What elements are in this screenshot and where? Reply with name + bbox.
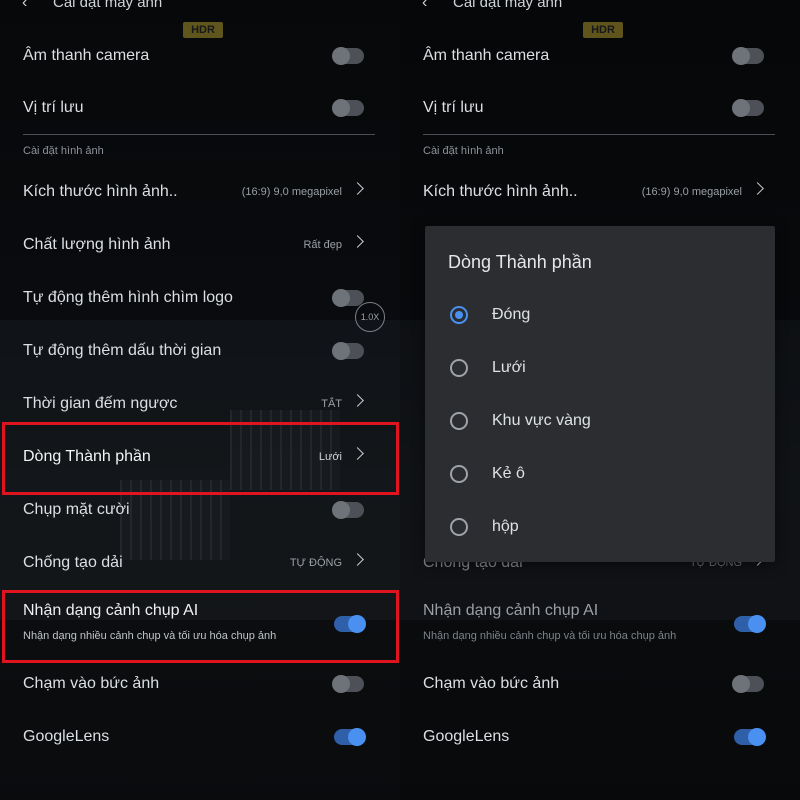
storage-location-toggle[interactable] bbox=[732, 99, 764, 117]
setting-storage-location[interactable]: Vị trí lưu bbox=[0, 82, 400, 134]
toggle-knob bbox=[332, 47, 350, 65]
divider bbox=[423, 134, 775, 135]
setting-value: TỰ ĐỘNG bbox=[289, 557, 342, 569]
setting-smile-capture[interactable]: Chụp mặt cười bbox=[0, 484, 400, 536]
radio-button[interactable] bbox=[450, 359, 468, 377]
section-header-image-settings: Cài đặt hình ảnh bbox=[423, 145, 504, 157]
setting-ai-scene[interactable]: Nhận dạng cảnh chụp AI Nhận dạng nhiều c… bbox=[400, 592, 800, 662]
radio-button[interactable] bbox=[450, 465, 468, 483]
setting-auto-timestamp[interactable]: Tự động thêm dấu thời gian bbox=[0, 325, 400, 377]
toggle-knob bbox=[348, 728, 366, 746]
toggle-knob bbox=[332, 289, 350, 307]
option-label: hộp bbox=[492, 518, 519, 535]
chevron-right-icon bbox=[751, 182, 764, 195]
toggle-knob bbox=[332, 99, 350, 117]
setting-storage-location[interactable]: Vị trí lưu bbox=[400, 82, 800, 134]
setting-auto-watermark[interactable]: Tự động thêm hình chìm logo bbox=[0, 272, 400, 324]
back-arrow-icon[interactable]: ‹ bbox=[22, 0, 27, 12]
setting-label: Tự động thêm hình chìm logo bbox=[23, 289, 233, 306]
setting-image-size[interactable]: Kích thước hình ảnh.. (16:9) 9,0 megapix… bbox=[400, 166, 800, 218]
setting-description: Nhận dạng nhiều cảnh chụp và tối ưu hóa … bbox=[423, 630, 677, 642]
option-ke-o[interactable]: Kẻ ô bbox=[425, 448, 775, 500]
toggle-knob bbox=[332, 501, 350, 519]
setting-label: Tự động thêm dấu thời gian bbox=[23, 342, 222, 359]
left-settings-screen: HDR ‹ Cài đặt máy ảnh Âm thanh camera Vị… bbox=[0, 0, 400, 800]
auto-watermark-toggle[interactable] bbox=[332, 289, 364, 307]
back-arrow-icon[interactable]: ‹ bbox=[422, 0, 427, 12]
camera-sound-toggle[interactable] bbox=[332, 47, 364, 65]
setting-label: Âm thanh camera bbox=[423, 47, 550, 64]
setting-label: Chất lượng hình ảnh bbox=[23, 236, 171, 253]
setting-image-size[interactable]: Kích thước hình ảnh.. (16:9) 9,0 megapix… bbox=[0, 166, 400, 218]
chevron-right-icon bbox=[351, 553, 364, 566]
option-label: Kẻ ô bbox=[492, 465, 525, 482]
setting-touch-capture[interactable]: Chạm vào bức ảnh bbox=[400, 658, 800, 710]
setting-label: Chạm vào bức ảnh bbox=[23, 675, 160, 692]
page-title: Cài đặt máy ảnh bbox=[53, 0, 163, 11]
setting-label: Vị trí lưu bbox=[423, 99, 484, 116]
chevron-right-icon bbox=[351, 394, 364, 407]
touch-capture-toggle[interactable] bbox=[332, 675, 364, 693]
radio-button[interactable] bbox=[450, 412, 468, 430]
toggle-knob bbox=[732, 675, 750, 693]
option-hop[interactable]: hộp bbox=[425, 501, 775, 553]
auto-timestamp-toggle[interactable] bbox=[332, 342, 364, 360]
setting-camera-sound[interactable]: Âm thanh camera bbox=[0, 30, 400, 82]
setting-label: Âm thanh camera bbox=[23, 47, 150, 64]
toggle-knob bbox=[332, 675, 350, 693]
toggle-knob bbox=[732, 47, 750, 65]
option-khu-vuc-vang[interactable]: Khu vực vàng bbox=[425, 395, 775, 447]
setting-camera-sound[interactable]: Âm thanh camera bbox=[400, 30, 800, 82]
setting-label: Chống tạo dải bbox=[23, 554, 123, 571]
setting-label: GoogleLens bbox=[423, 728, 510, 745]
setting-touch-capture[interactable]: Chạm vào bức ảnh bbox=[0, 658, 400, 710]
google-lens-toggle[interactable] bbox=[334, 728, 366, 746]
setting-anti-banding[interactable]: Chống tạo dải TỰ ĐỘNG bbox=[0, 537, 400, 589]
option-luoi[interactable]: Lưới bbox=[425, 342, 775, 394]
option-label: Đóng bbox=[492, 306, 531, 323]
touch-capture-toggle[interactable] bbox=[732, 675, 764, 693]
setting-label: Chạm vào bức ảnh bbox=[423, 675, 560, 692]
setting-label: GoogleLens bbox=[23, 728, 110, 745]
setting-label: Vị trí lưu bbox=[23, 99, 84, 116]
setting-google-lens[interactable]: GoogleLens bbox=[0, 711, 400, 763]
top-bar: ‹ Cài đặt máy ảnh bbox=[400, 0, 800, 14]
setting-label: Kích thước hình ảnh.. bbox=[23, 183, 178, 200]
setting-value: Rất đẹp bbox=[303, 239, 342, 251]
setting-label: Chụp mặt cười bbox=[23, 501, 130, 518]
setting-label: Nhận dạng cảnh chụp AI bbox=[423, 602, 599, 619]
setting-google-lens[interactable]: GoogleLens bbox=[400, 711, 800, 763]
setting-value: (16:9) 9,0 megapixel bbox=[241, 186, 342, 198]
storage-location-toggle[interactable] bbox=[332, 99, 364, 117]
composition-line-dialog: Dòng Thành phần Đóng Lưới Khu vực vàng K… bbox=[425, 226, 775, 562]
highlight-box-ai-scene bbox=[2, 590, 399, 663]
camera-sound-toggle[interactable] bbox=[732, 47, 764, 65]
top-bar: ‹ Cài đặt máy ảnh bbox=[0, 0, 400, 14]
smile-capture-toggle[interactable] bbox=[332, 501, 364, 519]
option-label: Lưới bbox=[492, 359, 526, 376]
google-lens-toggle[interactable] bbox=[734, 728, 766, 746]
radio-button[interactable] bbox=[450, 518, 468, 536]
section-header-image-settings: Cài đặt hình ảnh bbox=[23, 145, 104, 157]
radio-button[interactable] bbox=[450, 306, 468, 324]
toggle-knob bbox=[748, 615, 766, 633]
ai-scene-toggle[interactable] bbox=[734, 615, 766, 633]
option-label: Khu vực vàng bbox=[492, 412, 591, 429]
chevron-right-icon bbox=[351, 235, 364, 248]
toggle-knob bbox=[748, 728, 766, 746]
chevron-right-icon bbox=[351, 182, 364, 195]
setting-image-quality[interactable]: Chất lượng hình ảnh Rất đẹp bbox=[0, 219, 400, 271]
dialog-title: Dòng Thành phần bbox=[448, 252, 592, 272]
page-title: Cài đặt máy ảnh bbox=[453, 0, 563, 11]
toggle-knob bbox=[732, 99, 750, 117]
toggle-knob bbox=[332, 342, 350, 360]
setting-value: (16:9) 9,0 megapixel bbox=[641, 186, 742, 198]
option-dong[interactable]: Đóng bbox=[425, 289, 775, 341]
setting-label: Kích thước hình ảnh.. bbox=[423, 183, 578, 200]
divider bbox=[23, 134, 375, 135]
